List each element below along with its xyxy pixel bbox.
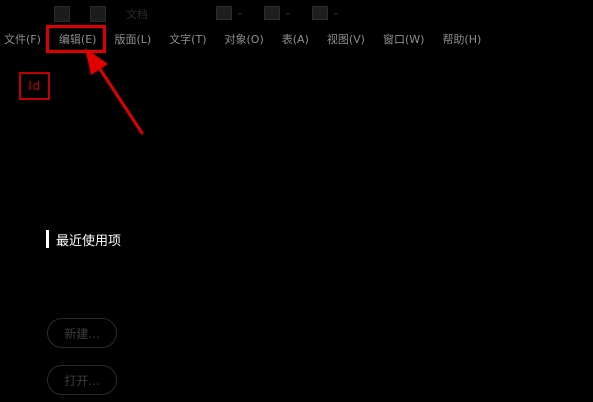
- recent-heading-text: 最近使用项: [56, 233, 122, 249]
- arrange-icon: [312, 6, 328, 20]
- menu-table[interactable]: 表(A): [282, 32, 309, 48]
- edit-menu-highlight-box: [46, 25, 106, 53]
- bridge-icon[interactable]: [90, 6, 106, 22]
- zoom-icon: [216, 6, 232, 20]
- arrow-shaft: [96, 64, 144, 135]
- chevron-down-icon: ⌄: [332, 8, 340, 18]
- menu-type[interactable]: 文字(T): [169, 32, 206, 48]
- menu-file[interactable]: 文件(F): [4, 32, 41, 48]
- menu-view[interactable]: 视图(V): [327, 32, 365, 48]
- indesign-logo: Id: [19, 72, 50, 100]
- menu-layout[interactable]: 版面(L): [114, 32, 151, 48]
- home-icon[interactable]: [54, 6, 70, 22]
- chevron-down-icon: ⌄: [284, 8, 292, 18]
- logo-text: Id: [28, 79, 41, 93]
- arrange-documents-dropdown[interactable]: ⌄: [312, 6, 340, 20]
- screen-mode-dropdown[interactable]: ⌄: [264, 6, 292, 20]
- new-button[interactable]: 新建...: [47, 318, 117, 348]
- menu-object[interactable]: 对象(O): [225, 32, 264, 48]
- heading-accent-bar: [46, 230, 49, 248]
- menu-help[interactable]: 帮助(H): [442, 32, 481, 48]
- chevron-down-icon: ⌄: [236, 8, 244, 18]
- open-button[interactable]: 打开...: [47, 365, 117, 395]
- screen-mode-icon: [264, 6, 280, 20]
- recent-items-heading: 最近使用项: [46, 230, 122, 249]
- toolbar-faint-label: 文档: [126, 8, 148, 21]
- menu-window[interactable]: 窗口(W): [383, 32, 424, 48]
- zoom-dropdown[interactable]: ⌄: [216, 6, 244, 20]
